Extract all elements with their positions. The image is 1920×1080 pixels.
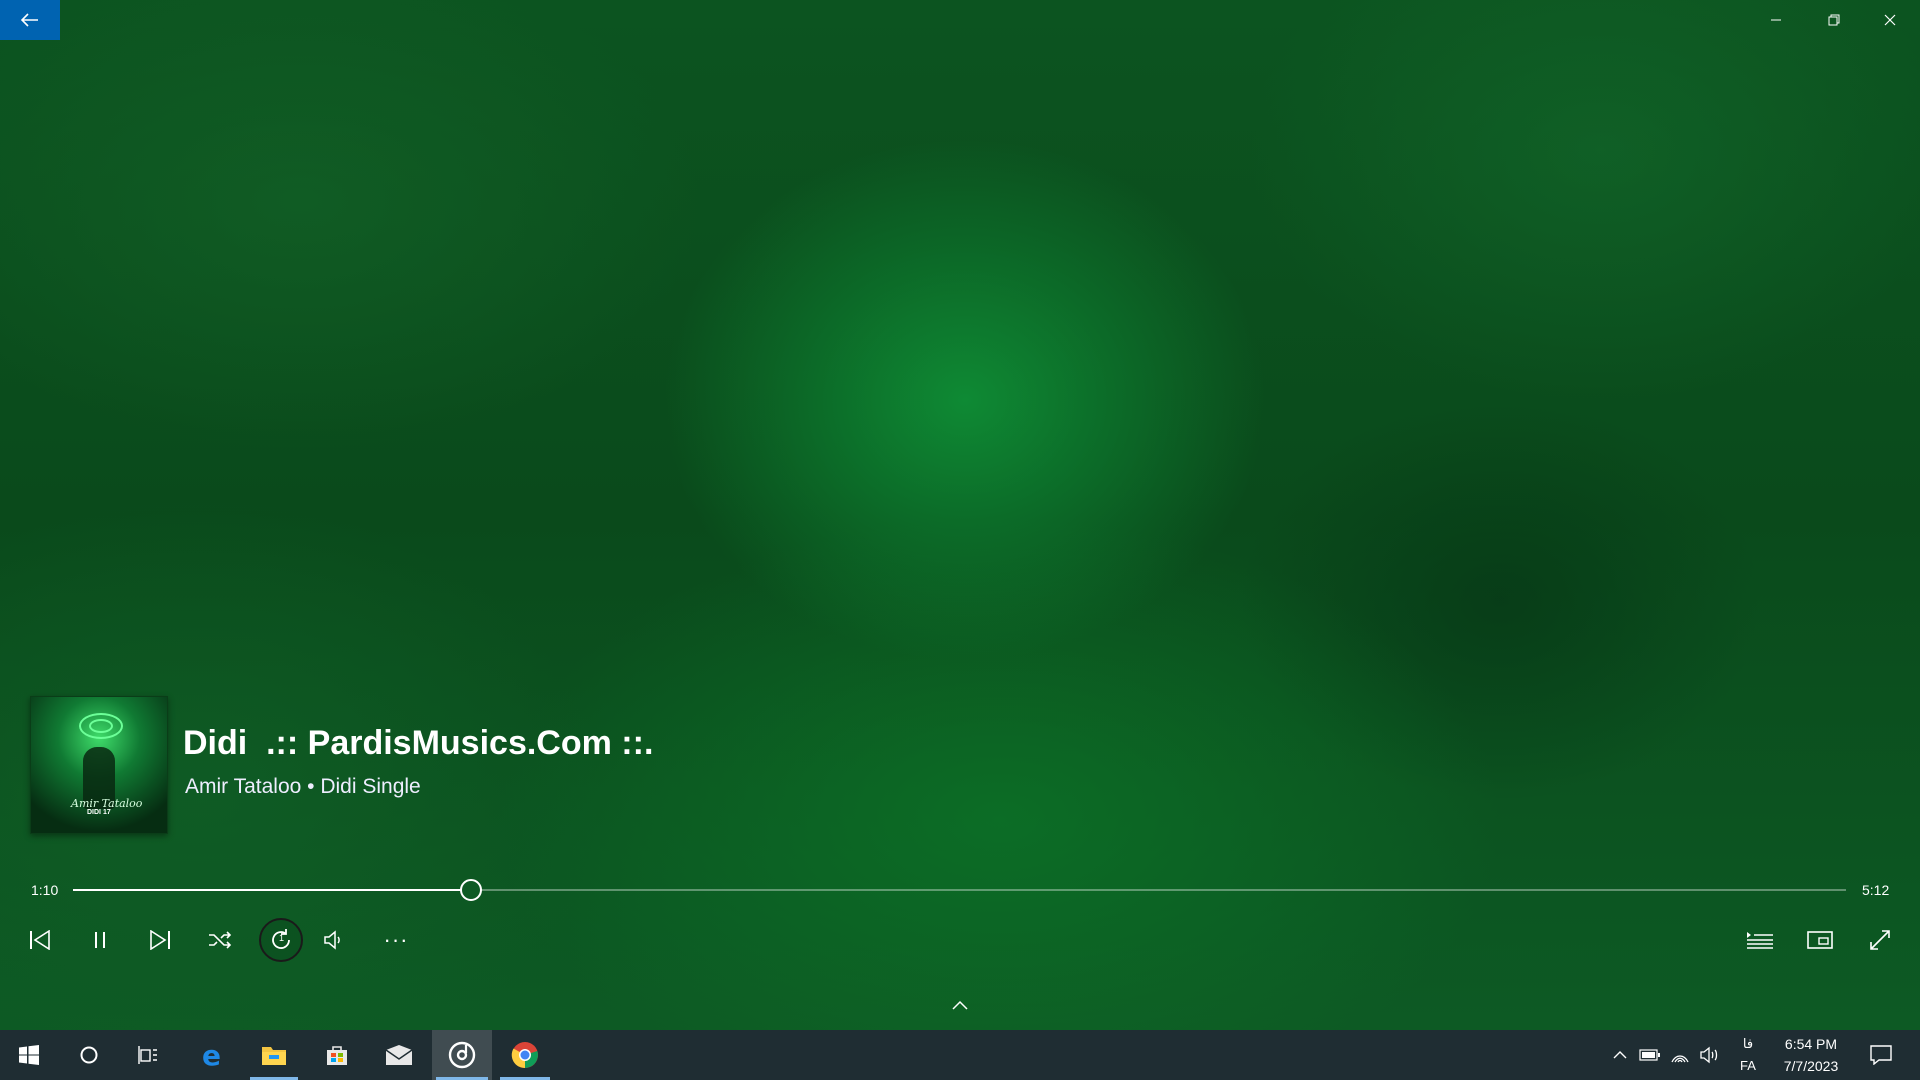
- chrome-icon: [511, 1042, 538, 1069]
- track-artist-album[interactable]: Amir Tataloo • Didi Single: [185, 775, 421, 799]
- taskbar-app-mail[interactable]: [370, 1030, 428, 1080]
- mini-view-icon: [1807, 931, 1833, 949]
- close-button[interactable]: [1862, 0, 1918, 40]
- album-art-title-text: DIDI 17: [87, 809, 111, 816]
- back-button[interactable]: [0, 0, 60, 40]
- start-button[interactable]: [0, 1030, 58, 1080]
- pause-icon: [95, 932, 105, 948]
- taskbar-app-store[interactable]: [308, 1030, 366, 1080]
- taskbar-app-chrome[interactable]: [496, 1030, 554, 1080]
- input-language-native: فا: [1742, 1036, 1754, 1051]
- seek-bar-thumb[interactable]: [459, 879, 482, 901]
- album-art[interactable]: Amir Tataloo DIDI 17: [30, 696, 168, 834]
- arrow-left-icon: [21, 13, 38, 27]
- volume-tray-button[interactable]: [1696, 1030, 1724, 1080]
- fullscreen-button[interactable]: [1858, 920, 1902, 960]
- chevron-up-icon: [952, 1000, 968, 1010]
- input-language-indicator[interactable]: فا FA: [1738, 1033, 1758, 1077]
- edge-icon: e: [202, 1042, 221, 1068]
- speaker-icon: [1700, 1046, 1718, 1064]
- show-hidden-icons-icon: [1613, 1051, 1627, 1059]
- minimize-icon: [1771, 19, 1781, 21]
- album-art-eye-inner: [89, 719, 113, 733]
- total-time: 5:12: [1862, 882, 1890, 898]
- fullscreen-icon: [1870, 930, 1890, 950]
- taskbar-clock[interactable]: 6:54 PM 7/7/2023: [1778, 1033, 1844, 1077]
- pause-button[interactable]: [78, 920, 122, 960]
- seek-bar-fill: [73, 889, 471, 891]
- svg-text:1: 1: [279, 933, 284, 943]
- restore-button[interactable]: [1806, 0, 1862, 40]
- battery-button[interactable]: [1636, 1030, 1664, 1080]
- more-button[interactable]: ···: [374, 920, 418, 960]
- cortana-button[interactable]: [60, 1030, 118, 1080]
- volume-icon: [324, 930, 340, 950]
- minimize-button[interactable]: [1748, 0, 1804, 40]
- shuffle-icon: [209, 931, 232, 949]
- expand-chevron-button[interactable]: [942, 994, 978, 1016]
- mini-view-button[interactable]: [1798, 920, 1842, 960]
- show-hidden-icons-button[interactable]: [1606, 1030, 1634, 1080]
- previous-icon: [30, 930, 50, 950]
- cortana-icon: [80, 1046, 98, 1064]
- wifi-icon: [1671, 1055, 1689, 1063]
- restore-icon: [1828, 14, 1840, 26]
- close-icon: [1884, 14, 1896, 26]
- taskbar-app-edge[interactable]: e: [184, 1030, 242, 1080]
- repeat-one-icon: 1: [272, 929, 290, 949]
- task-view-button[interactable]: [120, 1030, 178, 1080]
- repeat-one-button[interactable]: 1: [259, 918, 303, 962]
- clock-date: 7/7/2023: [1783, 1058, 1839, 1074]
- taskbar: e: [0, 1030, 1920, 1080]
- previous-button[interactable]: [18, 920, 62, 960]
- mail-icon: [385, 1045, 413, 1065]
- windows-start-icon: [19, 1045, 39, 1065]
- taskbar-app-groove-music[interactable]: [432, 1030, 492, 1080]
- action-center-icon: [1870, 1045, 1892, 1065]
- task-view-icon: [138, 1046, 157, 1064]
- clock-time: 6:54 PM: [1784, 1036, 1838, 1052]
- input-language-code: FA: [1740, 1058, 1756, 1073]
- now-playing-list-icon: [1747, 932, 1773, 949]
- now-playing-background: [0, 0, 1920, 1030]
- now-playing-list-button[interactable]: [1738, 920, 1782, 960]
- battery-icon: [1639, 1049, 1660, 1061]
- elapsed-time: 1:10: [31, 882, 59, 898]
- svg-text:e: e: [202, 1042, 221, 1068]
- seek-bar[interactable]: [73, 879, 1846, 901]
- next-button[interactable]: [138, 920, 182, 960]
- groove-music-icon: [448, 1041, 476, 1069]
- action-center-button[interactable]: [1864, 1030, 1898, 1080]
- track-title: Didi .:: PardisMusics.Com ::.: [183, 724, 654, 762]
- taskbar-app-file-explorer[interactable]: [246, 1030, 302, 1080]
- volume-button[interactable]: [312, 920, 356, 960]
- file-explorer-icon: [262, 1047, 286, 1065]
- store-icon: [327, 1046, 347, 1065]
- next-icon: [150, 930, 170, 950]
- network-button[interactable]: [1666, 1030, 1694, 1080]
- shuffle-button[interactable]: [198, 920, 242, 960]
